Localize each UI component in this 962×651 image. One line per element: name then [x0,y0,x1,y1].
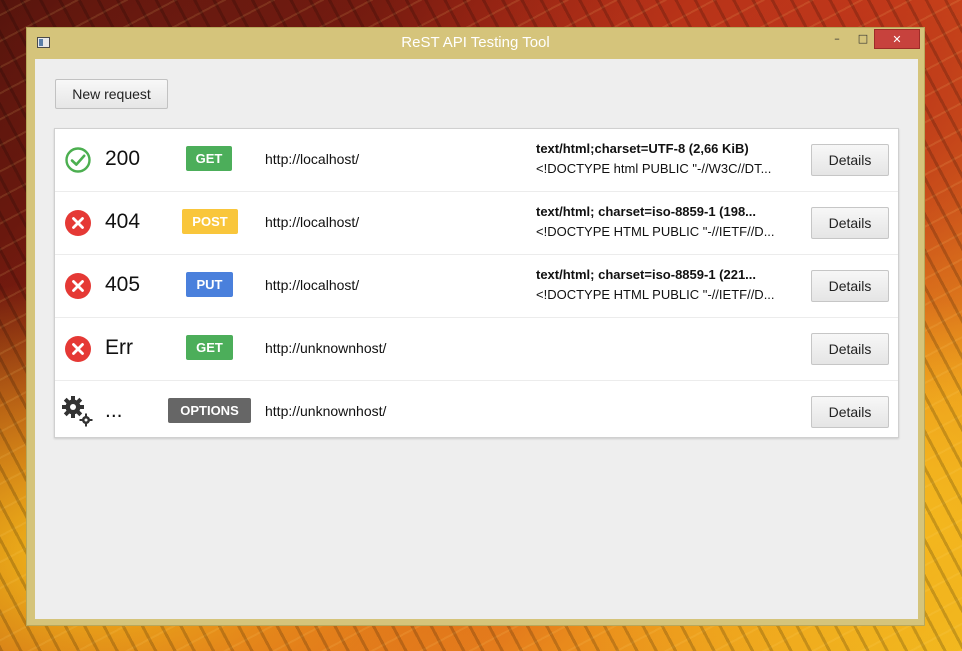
method-badge: GET [186,146,232,171]
request-row: Err GET http://unknownhost/ Details [55,318,898,381]
method-badge: PUT [186,272,233,297]
status-code: 404 [105,210,141,233]
error-circle-icon [65,336,91,362]
request-row: 404 POST http://localhost/ text/html; ch… [55,192,898,255]
close-button[interactable]: ✕ [874,29,920,49]
request-row: ... OPTIONS http://unknownhost/ Details [55,381,898,443]
status-code: Err [105,336,133,359]
request-url: http://localhost/ [265,214,360,230]
content-type: text/html; charset=iso-8859-1 (221... [536,267,757,282]
app-window: ReST API Testing Tool – □ ✕ New request … [26,27,925,626]
request-url: http://unknownhost/ [265,403,387,419]
response-preview: <!DOCTYPE html PUBLIC "-//W3C//DT... [536,161,772,176]
status-code: ... [105,399,123,422]
status-code: 405 [105,273,141,296]
request-row: 200 GET http://localhost/ text/html;char… [55,129,898,192]
request-url: http://localhost/ [265,151,360,167]
error-circle-icon [65,210,91,236]
method-badge: OPTIONS [168,398,251,423]
title-bar[interactable]: ReST API Testing Tool – □ ✕ [27,28,924,59]
status-code: 200 [105,147,141,170]
content-type: text/html; charset=iso-8859-1 (198... [536,204,757,219]
method-badge: GET [186,335,233,360]
minimize-button[interactable]: – [824,29,850,49]
details-button[interactable]: Details [811,333,889,365]
response-preview: <!DOCTYPE HTML PUBLIC "-//IETF//D... [536,224,775,239]
window-title: ReST API Testing Tool [401,34,550,51]
client-area: New request 200 GET http://localhost/ te… [35,59,918,619]
details-button[interactable]: Details [811,207,889,239]
response-preview: <!DOCTYPE HTML PUBLIC "-//IETF//D... [536,287,775,302]
details-button[interactable]: Details [811,396,889,428]
request-row: 405 PUT http://localhost/ text/html; cha… [55,255,898,318]
method-badge: POST [182,209,238,234]
details-button[interactable]: Details [811,144,889,176]
request-url: http://unknownhost/ [265,340,387,356]
maximize-button[interactable]: □ [850,29,876,49]
request-list: 200 GET http://localhost/ text/html;char… [54,128,899,438]
error-circle-icon [65,273,91,299]
gears-icon [62,396,93,427]
check-circle-icon [65,147,91,173]
details-button[interactable]: Details [811,270,889,302]
new-request-button[interactable]: New request [55,79,168,109]
request-url: http://localhost/ [265,277,360,293]
content-type: text/html;charset=UTF-8 (2,66 KiB) [536,141,749,156]
